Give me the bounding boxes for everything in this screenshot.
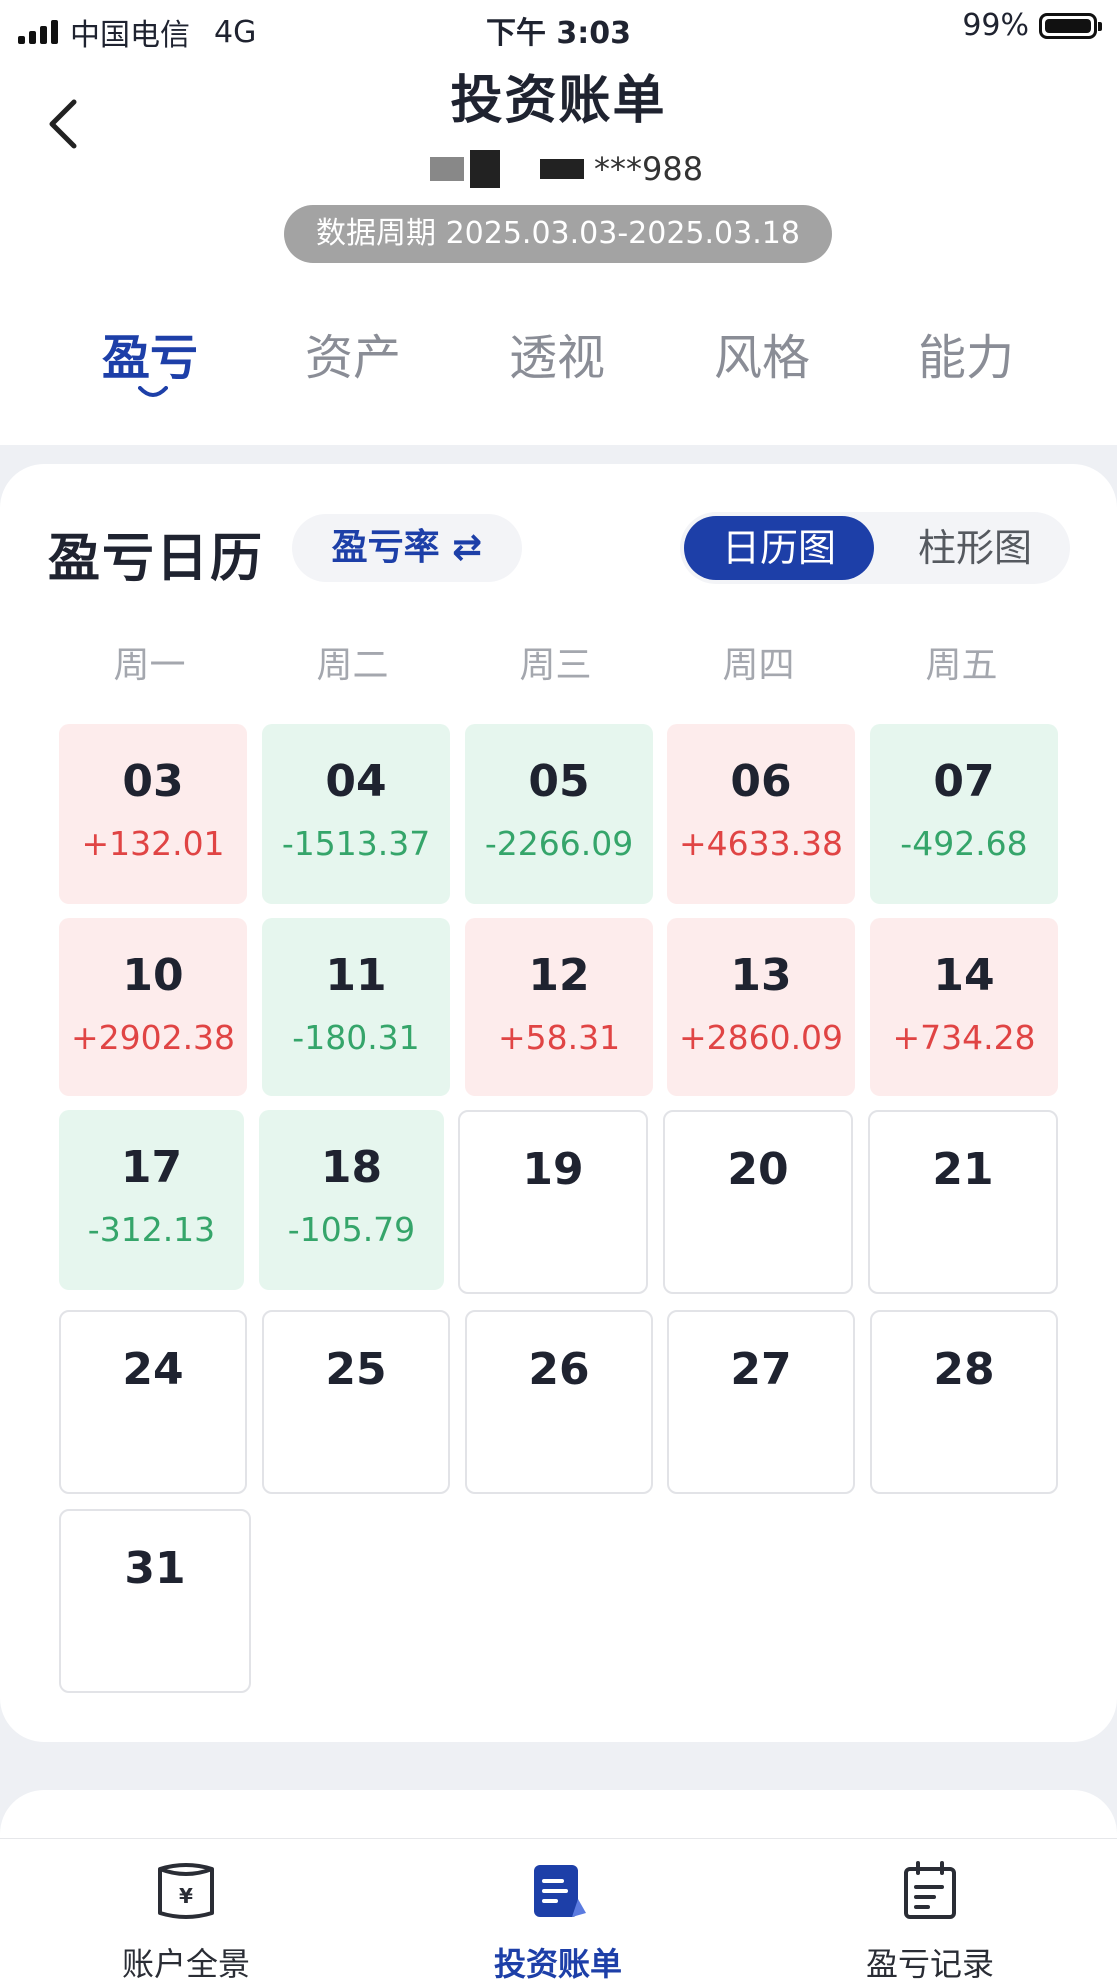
day-number: 13 [730,950,792,1001]
view-switch: 日历图 柱形图 [680,512,1070,584]
calendar-day-cell[interactable]: 04 -1513.37 [262,724,450,904]
tab-active-indicator [138,386,168,397]
day-pnl-value: +4633.38 [678,824,844,863]
calendar-day-cell[interactable]: 13 +2860.09 [667,918,855,1096]
day-number: 04 [325,756,387,807]
day-number: 28 [933,1344,995,1395]
svg-text:¥: ¥ [179,1884,193,1908]
calendar-day-cell[interactable]: 06 +4633.38 [667,724,855,904]
nav-label: 投资账单 [493,1945,622,1983]
day-pnl-value: +2902.38 [70,1018,236,1057]
day-number: 03 [122,756,184,807]
day-number: 07 [933,756,995,807]
calendar-day-cell[interactable]: 20 [663,1110,853,1294]
day-pnl-value: -1513.37 [281,824,431,863]
tab-profit-loss[interactable]: 盈亏 [70,318,230,388]
masked-block [540,159,584,179]
day-number: 21 [932,1144,994,1195]
day-number: 19 [522,1144,584,1195]
tab-style[interactable]: 风格 [682,318,842,388]
weekday-header: 周五 [925,645,998,686]
day-number: 20 [727,1144,789,1195]
calendar-day-cell[interactable]: 10 +2902.38 [59,918,247,1096]
day-number: 24 [122,1344,184,1395]
nav-label: 盈亏记录 [865,1945,994,1983]
day-number: 31 [124,1543,186,1594]
account-number: ***988 [430,150,703,188]
day-pnl-value: -492.68 [900,824,1028,863]
calendar-day-cell[interactable]: 21 [868,1110,1058,1294]
nav-investment-bill[interactable]: 投资账单 [408,1839,708,1987]
day-number: 17 [120,1142,183,1193]
day-pnl-value: -105.79 [287,1210,416,1249]
day-number: 14 [933,950,995,1001]
masked-block [430,157,464,181]
calendar-day-cell[interactable]: 31 [59,1509,251,1693]
day-number: 12 [528,950,590,1001]
weekday-header: 周四 [722,645,795,686]
battery-percent: 99% [962,8,1029,43]
calendar-day-cell[interactable]: 26 [465,1310,653,1494]
day-pnl-value: +132.01 [81,824,225,863]
day-number: 25 [325,1344,387,1395]
calendar-day-cell[interactable]: 19 [458,1110,648,1294]
calendar-day-cell[interactable]: 03 +132.01 [59,724,247,904]
day-number: 06 [730,756,792,807]
calendar-day-cell[interactable]: 11 -180.31 [262,918,450,1096]
calendar-record-icon [904,1861,956,1919]
calendar-day-cell[interactable]: 28 [870,1310,1058,1494]
calendar-day-cell[interactable]: 17 -312.13 [59,1110,244,1290]
calendar-day-cell[interactable]: 18 -105.79 [259,1110,444,1290]
day-number: 11 [325,950,387,1001]
bill-icon [534,1865,586,1917]
weekday-header: 周二 [316,645,389,686]
nav-pnl-record[interactable]: 盈亏记录 [780,1839,1080,1987]
day-number: 18 [320,1142,383,1193]
nav-account-overview[interactable]: ¥ 账户全景 [36,1839,336,1987]
status-bar: 中国电信 4G 下午 3:03 99% [0,0,1117,56]
day-pnl-value: -312.13 [87,1210,216,1249]
day-pnl-value: +2860.09 [678,1018,844,1057]
account-suffix: ***988 [594,150,704,188]
day-pnl-value: +58.31 [497,1018,621,1057]
calendar-view-button[interactable]: 日历图 [684,516,874,580]
profit-rate-toggle[interactable]: 盈亏率 ⇄ [292,514,522,582]
tab-ability[interactable]: 能力 [886,318,1046,388]
masked-block [470,150,500,188]
day-pnl-value: -2266.09 [484,824,634,863]
day-pnl-value: -180.31 [292,1018,420,1057]
calendar-day-cell[interactable]: 07 -492.68 [870,724,1058,904]
day-number: 26 [528,1344,590,1395]
calendar-day-cell[interactable]: 24 [59,1310,247,1494]
nav-label: 账户全景 [121,1945,250,1983]
calendar-day-cell[interactable]: 12 +58.31 [465,918,653,1096]
clock: 下午 3:03 [485,16,632,51]
calendar-title: 盈亏日历 [48,529,265,589]
page-title: 投资账单 [450,71,667,131]
tab-perspective[interactable]: 透视 [477,318,637,388]
bottom-navigation: ¥ 账户全景 投资账单 盈亏记录 [0,1838,1117,1987]
wallet-icon: ¥ [158,1863,214,1919]
day-number: 27 [730,1344,792,1395]
calendar-day-cell[interactable]: 25 [262,1310,450,1494]
calendar-day-cell[interactable]: 05 -2266.09 [465,724,653,904]
calendar-day-cell[interactable]: 27 [667,1310,855,1494]
day-pnl-value: +734.28 [892,1018,1036,1057]
calendar-day-cell[interactable]: 14 +734.28 [870,918,1058,1096]
weekday-header: 周一 [113,645,186,686]
tab-assets[interactable]: 资产 [273,318,433,388]
weekday-header: 周三 [519,645,592,686]
data-period-badge: 数据周期 2025.03.03-2025.03.18 [284,205,832,263]
day-number: 10 [122,950,184,1001]
day-number: 05 [528,756,590,807]
battery-icon [1039,12,1102,39]
bar-view-button[interactable]: 柱形图 [880,516,1070,580]
